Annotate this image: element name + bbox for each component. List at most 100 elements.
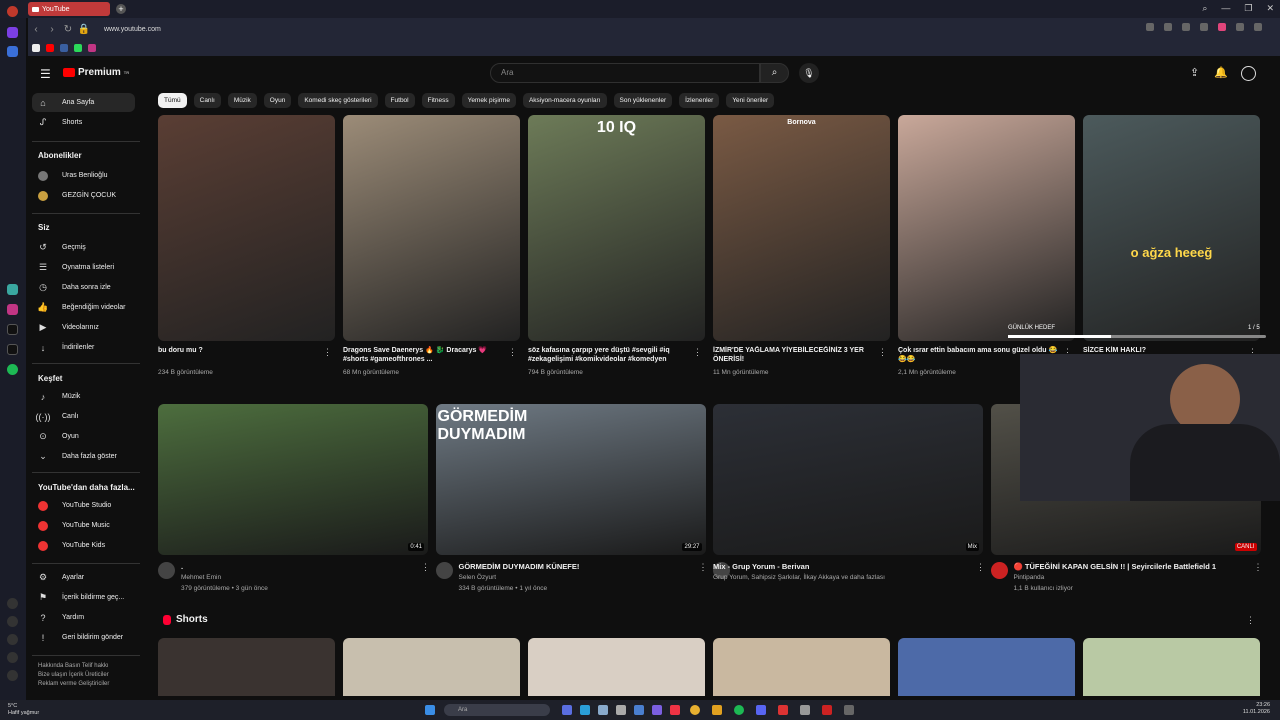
spotify-icon[interactable] <box>734 705 744 715</box>
video-thumbnail[interactable]: 0:41 <box>158 404 428 555</box>
filter-chip[interactable]: Yemek pişirme <box>461 93 516 108</box>
short-thumbnail[interactable]: Bornova <box>713 115 890 341</box>
short-title[interactable]: Dragons Save Daenerys 🔥 🐉 Dracarys 💗 #sh… <box>343 346 503 365</box>
kick-bookmark-icon[interactable] <box>74 44 82 52</box>
footer-links[interactable]: Bize ulaşın İçerik Üreticiler <box>38 671 138 680</box>
instagram-bookmark-icon[interactable] <box>88 44 96 52</box>
channel-name[interactable]: Mehmet Emin <box>181 574 221 581</box>
forward-icon[interactable]: › <box>44 24 60 35</box>
upload-icon[interactable]: ⇪ <box>1190 66 1199 79</box>
weather-widget[interactable]: 5°C Hafif yağmur <box>8 703 39 717</box>
sidebar-item-explore[interactable]: ⊙ Oyun <box>32 427 135 446</box>
settings-icon[interactable] <box>7 652 18 663</box>
video-title[interactable]: . <box>181 562 183 571</box>
chrome-icon[interactable] <box>690 705 700 715</box>
channel-name[interactable]: Selen Özyurt <box>459 574 497 581</box>
minimize-icon[interactable]: — <box>1221 3 1230 14</box>
subscriptions-header[interactable]: Abonelikler <box>38 151 82 160</box>
app-icon[interactable] <box>616 705 626 715</box>
filter-chip[interactable]: Fitness <box>421 93 455 108</box>
url-field[interactable]: www.youtube.com <box>104 26 161 33</box>
back-icon[interactable]: ‹ <box>28 24 44 35</box>
app-icon[interactable] <box>598 705 608 715</box>
footer-links[interactable]: Reklam verme Geliştiriciler <box>38 680 138 689</box>
heart-icon[interactable] <box>1218 23 1226 31</box>
short-thumbnail[interactable] <box>158 115 335 341</box>
bell-icon[interactable]: 🔔 <box>1214 66 1228 79</box>
channel-avatar[interactable] <box>435 562 453 579</box>
short-thumbnail[interactable]: 10 IQ <box>528 115 705 341</box>
video-title[interactable]: Mix - Grup Yorum - Berivan <box>713 562 809 571</box>
search-button[interactable]: ⌕ <box>760 63 789 83</box>
channel-name[interactable]: Grup Yorum, Sahipsiz Şarkılar, İlkay Akk… <box>713 574 885 581</box>
you-header[interactable]: Siz <box>38 223 50 232</box>
aria-icon[interactable] <box>7 27 18 38</box>
close-icon[interactable]: ✕ <box>1266 3 1274 14</box>
history-icon[interactable] <box>7 616 18 627</box>
bookmark-icon[interactable] <box>60 44 68 52</box>
short-thumbnail[interactable] <box>713 638 890 696</box>
app-icon[interactable] <box>562 705 572 715</box>
short-thumbnail[interactable] <box>898 638 1075 696</box>
sidebar-item-explore[interactable]: ⌄ Daha fazla göster <box>32 447 135 466</box>
filter-chip[interactable]: Aksiyon-macera oyunları <box>522 93 607 108</box>
app-icon[interactable] <box>634 705 644 715</box>
sidebar-item-settings[interactable]: ⚑ İçerik bildirme geç... <box>32 588 135 607</box>
sidebar-item-settings[interactable]: ⚙ Ayarlar <box>32 568 135 587</box>
discord-icon[interactable] <box>756 705 766 715</box>
sidebar-item-channel[interactable]: Uras Benlioğlu <box>32 166 135 185</box>
app-icon[interactable] <box>800 705 810 715</box>
sidebar-item-channel[interactable]: GEZGİN ÇOCUK <box>32 186 135 205</box>
sidebar-item-you[interactable]: ◷ Daha sonra izle <box>32 278 135 297</box>
short-thumbnail[interactable] <box>898 115 1075 341</box>
sidebar-item-app[interactable]: YouTube Studio <box>32 496 135 515</box>
channel-name[interactable]: Pintipanda <box>1014 574 1045 581</box>
video-thumbnail[interactable]: GÖRMEDİM DUYMADIM 29:27 <box>435 404 706 555</box>
short-title[interactable]: İZMİR'DE YAĞLAMA YİYEBİLECEĞİNİZ 3 YER Ö… <box>713 346 873 365</box>
more-options-icon[interactable]: ⋮ <box>878 347 887 358</box>
filter-chip[interactable]: Müzik <box>227 93 257 108</box>
short-title[interactable]: söz kafasına çarpıp yere düştü #sevgili … <box>528 346 688 365</box>
explore-header[interactable]: Keşfet <box>38 374 62 383</box>
short-thumbnail[interactable] <box>158 638 335 696</box>
x-icon[interactable] <box>7 344 18 355</box>
filter-chip[interactable]: Canlı <box>193 93 221 108</box>
reload-icon[interactable]: ↻ <box>60 24 76 35</box>
video-thumbnail[interactable]: Mix <box>713 404 983 555</box>
footer-links[interactable]: Hakkında Basın Telif hakkı <box>38 662 138 671</box>
filter-chip[interactable]: Futbol <box>384 93 415 108</box>
filter-chip[interactable]: Oyun <box>263 93 292 108</box>
download-icon[interactable] <box>1236 23 1244 31</box>
sidebar-item-settings[interactable]: ! Geri bildirim gönder <box>32 628 135 647</box>
search-input[interactable]: Ara <box>490 63 760 83</box>
app-icon[interactable] <box>7 284 18 295</box>
folder-icon[interactable] <box>712 705 722 715</box>
play-icon[interactable] <box>1200 23 1208 31</box>
more-options-icon[interactable]: ⋮ <box>421 562 430 573</box>
taskbar-search[interactable]: Ara <box>444 704 550 716</box>
more-from-youtube-header[interactable]: YouTube'dan daha fazla... <box>38 483 135 492</box>
sidebar-item-home[interactable]: ⌂ Ana Sayfa <box>32 93 135 112</box>
short-thumbnail[interactable] <box>343 115 520 341</box>
opera-logo-icon[interactable] <box>7 6 18 17</box>
filter-chip[interactable]: Yeni öneriler <box>726 93 775 108</box>
more-options-icon[interactable]: ⋮ <box>323 347 332 358</box>
app-icon[interactable] <box>652 705 662 715</box>
tiktok-icon[interactable] <box>7 324 18 335</box>
youtube-bookmark-icon[interactable] <box>46 44 54 52</box>
sidebar-item-explore[interactable]: ♪ Müzik <box>32 387 135 406</box>
instagram-icon[interactable] <box>7 304 18 315</box>
more-options-icon[interactable]: ⋮ <box>699 562 708 573</box>
windows-start-icon[interactable] <box>425 705 435 715</box>
sidebar-item-you[interactable]: ↺ Geçmiş <box>32 238 135 257</box>
app-icon[interactable] <box>822 705 832 715</box>
opera-icon[interactable] <box>670 705 680 715</box>
spotify-icon[interactable] <box>7 364 18 375</box>
shield-icon[interactable] <box>1182 23 1190 31</box>
sidebar-item-app[interactable]: YouTube Music <box>32 516 135 535</box>
sidebar-item-you[interactable]: ↓ İndirilenler <box>32 338 135 357</box>
avatar[interactable] <box>1241 66 1256 81</box>
sidebar-item-app[interactable]: YouTube Kids <box>32 536 135 555</box>
more-options-icon[interactable]: ⋮ <box>693 347 702 358</box>
sidebar-item-you[interactable]: ☰ Oynatma listeleri <box>32 258 135 277</box>
